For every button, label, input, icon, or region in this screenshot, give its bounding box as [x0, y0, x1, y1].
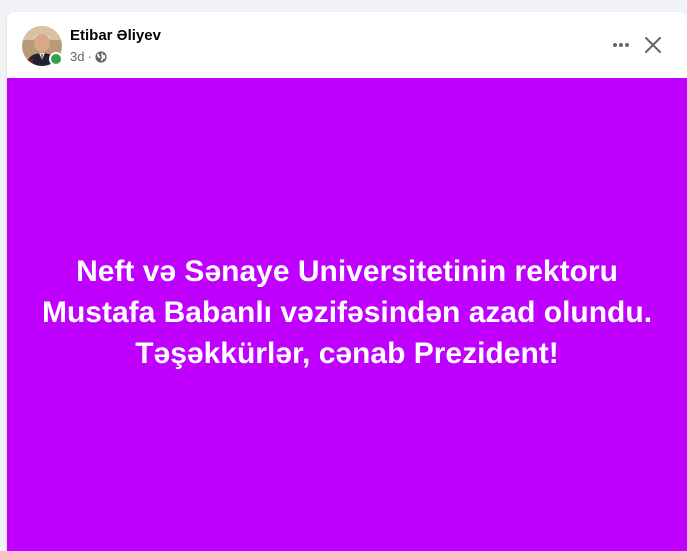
post-text-line: Mustafa Babanlı vəzifəsindən azad olundu…	[41, 295, 653, 329]
online-status-dot	[49, 52, 63, 66]
post-card: Etibar Əliyev 3d · Neft və Sənaye Univer…	[7, 12, 687, 551]
more-options-icon	[613, 43, 629, 47]
post-text: Neft və Sənaye Universitetinin rektoru M…	[27, 251, 667, 374]
post-timestamp[interactable]: 3d	[70, 49, 84, 64]
post-background: Neft və Sənaye Universitetinin rektoru M…	[7, 78, 687, 551]
post-header: Etibar Əliyev 3d ·	[7, 12, 687, 78]
author-avatar[interactable]	[22, 26, 63, 66]
post-text-line: Təşəkkürlər, cənab Prezident!	[135, 336, 559, 370]
meta-separator: ·	[87, 49, 92, 64]
post-text-line: Neft və Sənaye Universitetinin rektoru	[76, 254, 618, 288]
more-options-button[interactable]	[607, 31, 635, 59]
close-button[interactable]	[639, 31, 667, 59]
author-name[interactable]: Etibar Əliyev	[70, 27, 161, 44]
globe-icon[interactable]	[95, 50, 107, 63]
close-icon	[645, 37, 661, 53]
post-meta: 3d ·	[70, 49, 107, 64]
